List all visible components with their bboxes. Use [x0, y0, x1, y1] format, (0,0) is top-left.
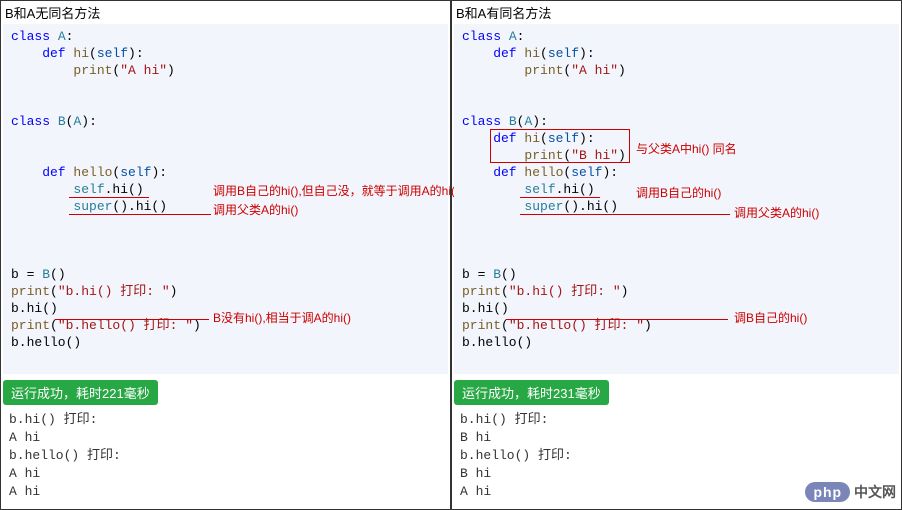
output-line: b.hi() 打印: — [460, 411, 893, 429]
right-anno-super-hi: 调用父类A的hi() — [734, 205, 819, 222]
left-anno-bhi: B没有hi(),相当于调A的hi() — [213, 310, 351, 327]
left-underline-self-hi — [69, 197, 149, 198]
right-override-box — [490, 129, 630, 163]
right-code-block: class A: def hi(self): print("A hi") cla… — [454, 24, 899, 374]
output-line: b.hello() 打印: — [460, 447, 893, 465]
output-line: A hi — [9, 465, 442, 483]
right-title: B和A有同名方法 — [452, 1, 901, 24]
right-underline-super-hi — [520, 214, 730, 215]
output-line: B hi — [460, 465, 893, 483]
left-underline-super-hi — [69, 214, 211, 215]
left-output: b.hi() 打印: A hi b.hello() 打印: A hi A hi — [1, 409, 450, 509]
output-line: b.hello() 打印: — [9, 447, 442, 465]
right-status-badge: 运行成功，耗时231毫秒 — [454, 380, 609, 405]
watermark-text: 中文网 — [854, 484, 896, 500]
left-underline-bhi — [55, 319, 209, 320]
php-logo: php — [805, 482, 850, 502]
output-line: A hi — [9, 483, 442, 501]
left-panel: B和A无同名方法 class A: def hi(self): print("A… — [0, 0, 451, 510]
right-underline-self-hi — [520, 197, 600, 198]
left-title: B和A无同名方法 — [1, 1, 450, 24]
right-anno-same-name: 与父类A中hi() 同名 — [636, 141, 737, 158]
watermark: php 中文网 — [805, 482, 896, 502]
right-underline-bhi — [506, 319, 728, 320]
right-anno-self-hi: 调用B自己的hi() — [636, 185, 721, 202]
output-line: B hi — [460, 429, 893, 447]
page-root: B和A无同名方法 class A: def hi(self): print("A… — [0, 0, 902, 510]
left-anno-super-hi: 调用父类A的hi() — [213, 202, 298, 219]
right-panel: B和A有同名方法 class A: def hi(self): print("A… — [451, 0, 902, 510]
output-line: b.hi() 打印: — [9, 411, 442, 429]
left-code-block: class A: def hi(self): print("A hi") cla… — [3, 24, 448, 374]
left-anno-self-hi: 调用B自己的hi(),但自己没，就等于调用A的hi() — [213, 183, 459, 200]
output-line: A hi — [9, 429, 442, 447]
right-anno-bhi: 调B自己的hi() — [734, 310, 807, 327]
left-status-badge: 运行成功，耗时221毫秒 — [3, 380, 158, 405]
